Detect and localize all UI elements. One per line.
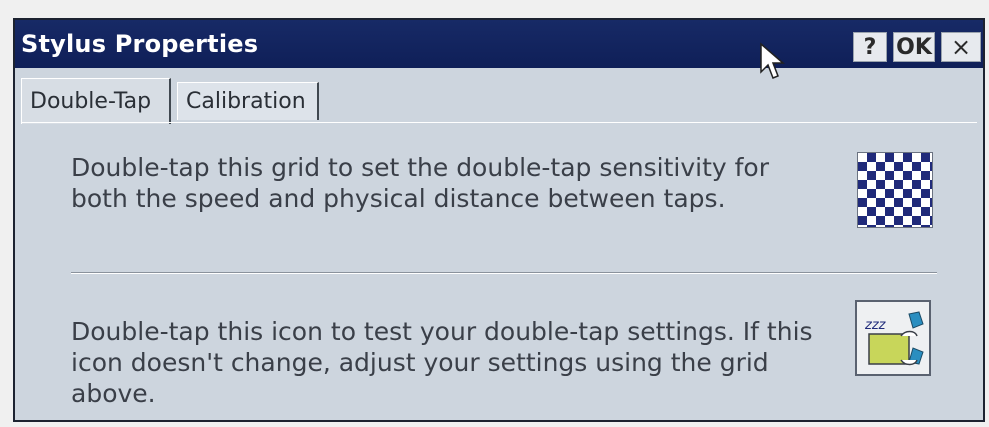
tab-double-tap[interactable]: Double-Tap (21, 78, 171, 124)
svg-text:zzz: zzz (864, 318, 887, 333)
section-divider (71, 272, 937, 274)
ok-button[interactable]: OK (893, 32, 935, 62)
close-button[interactable]: × (941, 32, 981, 62)
window-title: Stylus Properties (21, 30, 259, 58)
tab-calibration[interactable]: Calibration (177, 82, 319, 120)
checkerboard-grid-icon[interactable] (857, 152, 933, 228)
help-button[interactable]: ? (853, 32, 887, 62)
test-instruction-text: Double-tap this icon to test your double… (71, 317, 813, 408)
stylus-properties-window: Stylus Properties ? OK × Double-Tap Cali… (13, 18, 985, 422)
sleeping-box-test-icon[interactable]: zzz (855, 300, 931, 376)
tab-panel-border (21, 122, 977, 123)
grid-instruction-text: Double-tap this grid to set the double-t… (71, 153, 769, 213)
title-bar[interactable]: Stylus Properties ? OK × (15, 20, 983, 68)
